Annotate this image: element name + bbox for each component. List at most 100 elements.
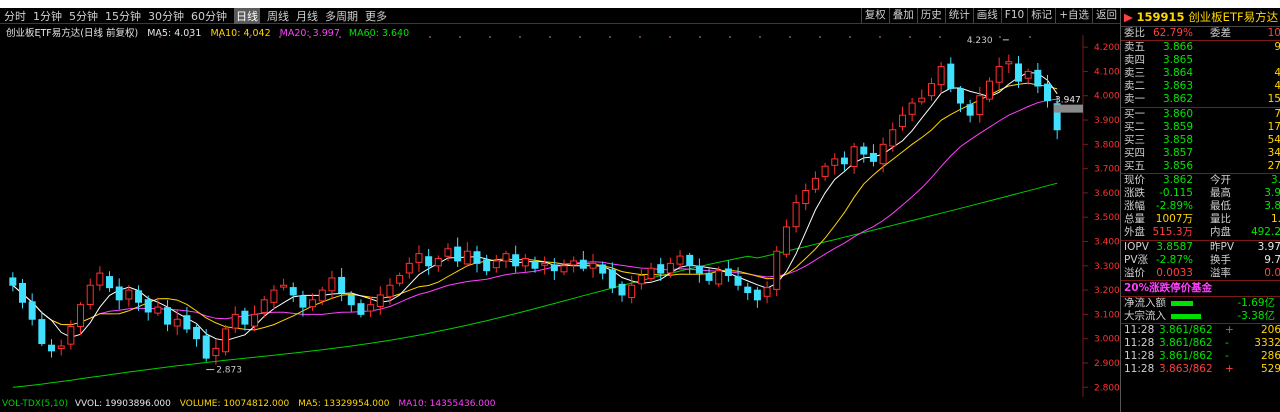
tab-daily[interactable]: 日线 [234, 7, 260, 24]
candle-body [77, 304, 85, 328]
candle [637, 269, 645, 290]
candle [560, 259, 568, 276]
candle-body [869, 152, 877, 162]
statistics-button[interactable]: 统计 [944, 8, 973, 23]
chart-toolbar: 分时 1分钟 5分钟 15分钟 30分钟 60分钟 日线 周线 月线 多周期 更… [0, 7, 1120, 24]
tab-30min[interactable]: 30分钟 [148, 8, 184, 24]
flow-row: 净流入额 -1.69亿 [1121, 297, 1280, 310]
security-code: 159915 [1136, 10, 1185, 24]
quote-value: 1007万 [1155, 213, 1193, 226]
candle-body [328, 277, 336, 292]
candle-body [309, 299, 317, 308]
marker-dot [39, 36, 41, 38]
sell-row[interactable]: 卖三 3.864 4 [1121, 67, 1280, 80]
candle-body [1005, 61, 1013, 65]
sell-label: 卖二 [1124, 80, 1145, 93]
candle [415, 245, 423, 272]
candle [483, 254, 491, 276]
quote-label: 最高 [1210, 187, 1231, 200]
kline-chart[interactable]: 2.800 2.900 3.000 3.100 3.200 3.300 3.400 3.500… [0, 35, 1120, 397]
candle [618, 281, 626, 302]
tab-1min[interactable]: 1分钟 [33, 8, 62, 24]
quote-value: 3.9 [1264, 187, 1280, 200]
sell-row[interactable]: 卖二 3.863 4 [1121, 80, 1280, 93]
candle [908, 98, 916, 122]
candle-body [966, 104, 974, 116]
candle [357, 299, 365, 318]
tab-monthly[interactable]: 月线 [296, 8, 318, 24]
sell-volume: 4 [1274, 67, 1280, 80]
candle-body [67, 326, 75, 345]
axis-tick-label: 4.100 [1094, 67, 1120, 77]
flow-bar [1171, 300, 1193, 306]
quote-value: 3. [1270, 174, 1280, 187]
candle-body [115, 286, 123, 301]
overlay-button[interactable]: 叠加 [888, 8, 917, 23]
axis-tick-label: 3.800 [1094, 140, 1120, 150]
tab-5min[interactable]: 5分钟 [69, 8, 98, 24]
chart-actions: 复权 叠加 历史 统计 画线 F10 标记 +自选 返回 [860, 8, 1120, 23]
iopv-row: PV涨 -2.87% 换手 9.7 [1121, 254, 1280, 267]
mark-button[interactable]: 标记 [1027, 8, 1055, 23]
candle-body [599, 264, 607, 274]
candle-body [976, 95, 984, 116]
expand-icon[interactable]: ▶ [1124, 10, 1133, 24]
candle-body [821, 165, 829, 177]
draw-line-button[interactable]: 画线 [972, 8, 1001, 23]
candle [492, 254, 500, 273]
buy-book: 买一 3.860 7 买二 3.859 17 买三 3.858 54 买四 3.857 34 买… [1121, 106, 1280, 173]
tab-60min[interactable]: 60分钟 [191, 8, 227, 24]
sell-label: 卖三 [1124, 67, 1145, 80]
sell-row[interactable]: 卖五 3.866 9 [1121, 41, 1280, 54]
iopv-label: 溢价 [1124, 266, 1145, 279]
add-watchlist-button[interactable]: +自选 [1055, 8, 1092, 23]
f10-button[interactable]: F10 [1000, 8, 1027, 23]
tick-qty: 3332 [1254, 337, 1280, 350]
candle [241, 307, 249, 331]
tab-multi-period[interactable]: 多周期 [325, 8, 358, 24]
quote-label: 今开 [1210, 174, 1231, 187]
quote-value: 1. [1270, 213, 1280, 226]
tab-15min[interactable]: 15分钟 [105, 8, 141, 24]
candle [976, 86, 984, 123]
tick-row: 11:28 3.863/862 +529 [1121, 363, 1280, 376]
candle-body [947, 63, 955, 89]
volume-value: VOLUME: 10074812.000 [179, 399, 290, 409]
buy-row[interactable]: 买五 3.856 27 [1121, 160, 1280, 173]
tab-weekly[interactable]: 周线 [267, 8, 289, 24]
quote-label: 涨跌 [1124, 187, 1145, 200]
candle [57, 339, 65, 356]
marker-dot [819, 36, 821, 38]
buy-row[interactable]: 买三 3.858 54 [1121, 134, 1280, 147]
vol-ma5-value: MA5: 13329954.000 [298, 399, 390, 409]
adjust-button[interactable]: 复权 [860, 8, 889, 23]
buy-row[interactable]: 买一 3.860 7 [1121, 108, 1280, 121]
candle [154, 297, 162, 316]
history-button[interactable]: 历史 [916, 8, 945, 23]
sell-price: 3.866 [1162, 41, 1193, 54]
back-button[interactable]: 返回 [1092, 8, 1120, 23]
tab-more[interactable]: 更多 [365, 8, 387, 24]
axis-tick-label: 3.700 [1094, 165, 1120, 175]
candle [270, 285, 278, 309]
sell-row[interactable]: 卖四 3.865 [1121, 54, 1280, 67]
candle-body [9, 277, 17, 286]
sell-volume: 4 [1274, 80, 1280, 93]
marker-dot [489, 36, 491, 38]
chart-annotations: 4.230 2.873 3.947 [39, 36, 1083, 376]
buy-row[interactable]: 买二 3.859 17 [1121, 121, 1280, 134]
iopv-label: 溢率 [1210, 266, 1231, 279]
candle [1005, 54, 1013, 74]
buy-row[interactable]: 买四 3.857 34 [1121, 147, 1280, 160]
sell-label: 卖四 [1124, 54, 1145, 67]
candle [280, 278, 288, 291]
candle-body [425, 256, 433, 267]
tab-fenshi[interactable]: 分时 [4, 8, 26, 24]
sell-row[interactable]: 卖一 3.862 15 [1121, 93, 1280, 106]
marker-dot [849, 36, 851, 38]
candle [811, 171, 819, 193]
candle [782, 219, 790, 258]
candle-body [125, 289, 133, 300]
iopv-row: IOPV 3.8587 昨PV 3.97 [1121, 241, 1280, 254]
marker-dot [609, 36, 611, 38]
